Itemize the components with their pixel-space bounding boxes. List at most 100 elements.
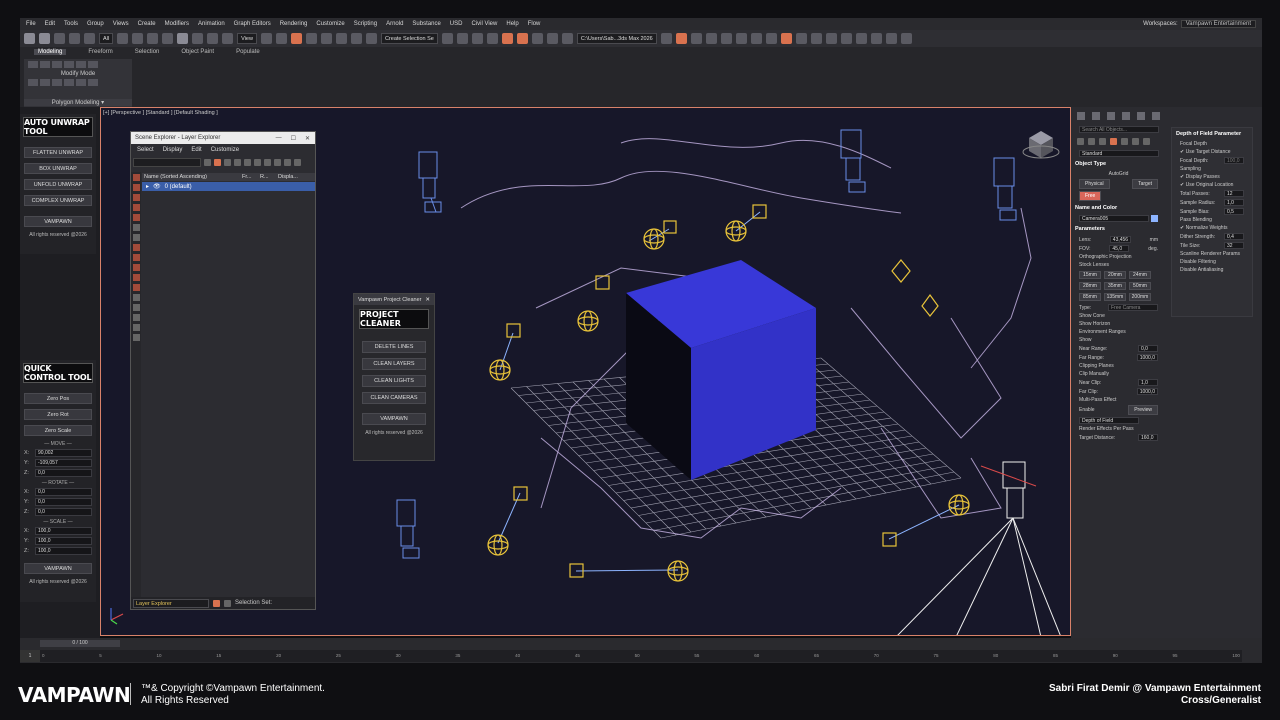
- object-type-header[interactable]: Object Type: [1071, 158, 1166, 170]
- helpers-icon[interactable]: [1121, 138, 1128, 145]
- filter-none-icon[interactable]: [132, 304, 140, 311]
- rotate-y-field[interactable]: 0,0: [35, 498, 92, 506]
- total-passes-field[interactable]: 12: [1224, 190, 1244, 197]
- lens-200mm-button[interactable]: 200mm: [1129, 293, 1151, 301]
- snap-toggle-icon[interactable]: [305, 33, 317, 44]
- modify-tool-icon[interactable]: [52, 61, 62, 68]
- scale-x-field[interactable]: 100,0: [35, 527, 92, 535]
- use-original-checkbox[interactable]: ✔ Use Original Location: [1180, 182, 1233, 188]
- complex-unwrap-button[interactable]: COMPLEX UNWRAP: [24, 195, 92, 206]
- effect-dropdown[interactable]: Depth of Field: [1079, 417, 1139, 424]
- shapes-icon[interactable]: [1088, 138, 1095, 145]
- filter-geometry-icon[interactable]: [132, 174, 140, 181]
- column-frozen[interactable]: Fr...: [242, 174, 260, 180]
- custom-script-icon[interactable]: [780, 33, 792, 44]
- time-slider[interactable]: 0 / 100: [40, 640, 120, 647]
- angle-snap-icon[interactable]: [320, 33, 332, 44]
- close-icon[interactable]: ✕: [425, 297, 430, 303]
- column-name[interactable]: Name (Sorted Ascending): [142, 174, 242, 180]
- filter-funnel-icon[interactable]: [132, 324, 140, 331]
- filter-shapes-icon[interactable]: [132, 184, 140, 191]
- menu-group[interactable]: Group: [87, 21, 104, 27]
- target-button[interactable]: Target: [1132, 179, 1158, 189]
- preview-button[interactable]: Preview: [1128, 405, 1158, 415]
- menu-arnold[interactable]: Arnold: [386, 21, 403, 27]
- modify-tool-icon[interactable]: [64, 61, 74, 68]
- geometry-icon[interactable]: [1077, 138, 1084, 145]
- move-y-field[interactable]: -109,057: [35, 459, 92, 467]
- light-lister-icon[interactable]: [795, 33, 807, 44]
- parameters-header[interactable]: Parameters: [1071, 223, 1166, 235]
- menu-scripting[interactable]: Scripting: [354, 21, 377, 27]
- placement-icon[interactable]: [222, 33, 234, 44]
- menu-create[interactable]: Create: [138, 21, 156, 27]
- menu-flow[interactable]: Flow: [528, 21, 541, 27]
- menu-help[interactable]: Help: [506, 21, 518, 27]
- rotate-icon[interactable]: [192, 33, 204, 44]
- use-target-checkbox[interactable]: ✔ Use Target Distance: [1180, 149, 1231, 155]
- filter-helpers-icon[interactable]: [132, 214, 140, 221]
- polygon-modeling-dropdown[interactable]: Polygon Modeling ▾: [24, 99, 132, 106]
- modify-tool-icon[interactable]: [28, 61, 38, 68]
- lens-24mm-button[interactable]: 24mm: [1129, 271, 1151, 279]
- explorer-type-dropdown[interactable]: Layer Explorer: [133, 598, 209, 608]
- align-icon[interactable]: [456, 33, 468, 44]
- layer-icon[interactable]: [244, 158, 251, 166]
- substance-icon[interactable]: [870, 33, 882, 44]
- near-range-field[interactable]: 0,0: [1138, 345, 1158, 352]
- modify-tool-icon[interactable]: [40, 61, 50, 68]
- menu-modifiers[interactable]: Modifiers: [165, 21, 189, 27]
- scene-search-input[interactable]: [133, 157, 201, 167]
- create-tab-icon[interactable]: [1077, 112, 1085, 120]
- physical-button[interactable]: Physical: [1079, 179, 1110, 189]
- rotate-x-field[interactable]: 0,0: [35, 488, 92, 496]
- toggle-ribbon-icon[interactable]: [501, 33, 513, 44]
- pivot-center-icon[interactable]: [260, 33, 272, 44]
- column-display[interactable]: Displa...: [278, 174, 298, 180]
- xref-icon[interactable]: [765, 33, 777, 44]
- curve-editor-icon[interactable]: [516, 33, 528, 44]
- layer-icon[interactable]: [274, 158, 281, 166]
- toggle-scene-explorer-icon[interactable]: [471, 33, 483, 44]
- undo-icon[interactable]: [24, 33, 35, 44]
- menu-views[interactable]: Views: [113, 21, 129, 27]
- render-activeshade-icon[interactable]: [705, 33, 717, 44]
- near-clip-field[interactable]: 1,0: [1138, 379, 1158, 386]
- sample-bias-field[interactable]: 0,5: [1224, 208, 1244, 215]
- filter-all-icon[interactable]: [132, 294, 140, 301]
- filter-warps-icon[interactable]: [132, 224, 140, 231]
- target-distance-field[interactable]: 160,0: [1138, 434, 1158, 441]
- eye-icon[interactable]: 👁: [153, 183, 161, 190]
- menu-civil-view[interactable]: Civil View: [471, 21, 497, 27]
- dither-field[interactable]: 0,4: [1224, 233, 1244, 240]
- select-object-icon[interactable]: [117, 33, 129, 44]
- vampawn-button[interactable]: VAMPAWN: [362, 413, 426, 425]
- menu-customize[interactable]: Customize: [316, 21, 344, 27]
- sample-radius-field[interactable]: 1,0: [1224, 199, 1244, 206]
- disable-antialiasing-checkbox[interactable]: Disable Antialiasing: [1180, 267, 1223, 273]
- modify-tool-icon[interactable]: [88, 79, 98, 86]
- modify-tool-icon[interactable]: [64, 79, 74, 86]
- normalize-checkbox[interactable]: ✔ Normalize Weights: [1180, 225, 1227, 231]
- unfold-unwrap-button[interactable]: UNFOLD UNWRAP: [24, 179, 92, 190]
- search-objects-input[interactable]: Search All Objects...: [1079, 126, 1159, 133]
- expand-icon[interactable]: ▸: [146, 183, 149, 190]
- workspace-value[interactable]: Vampawn Entertainment: [1180, 20, 1256, 28]
- modify-tool-icon[interactable]: [28, 79, 38, 86]
- lock-icon[interactable]: [224, 158, 231, 166]
- modify-tool-icon[interactable]: [76, 79, 86, 86]
- viewport-label[interactable]: [+] [Perspective ] [Standard ] [Default …: [103, 110, 218, 116]
- tile-size-field[interactable]: 32: [1224, 242, 1244, 249]
- edit-named-sets-icon[interactable]: [365, 33, 377, 44]
- link-icon[interactable]: [54, 33, 65, 44]
- filter-lights-icon[interactable]: [132, 194, 140, 201]
- render-online-icon[interactable]: [720, 33, 732, 44]
- menu-tools[interactable]: Tools: [64, 21, 78, 27]
- redo-icon[interactable]: [39, 33, 50, 44]
- se-menu-customize[interactable]: Customize: [211, 147, 239, 153]
- se-menu-edit[interactable]: Edit: [191, 147, 201, 153]
- orthographic-checkbox[interactable]: Orthographic Projection: [1079, 254, 1132, 260]
- far-clip-field[interactable]: 1000,0: [1136, 388, 1158, 395]
- container-icon[interactable]: [750, 33, 762, 44]
- render-iterative-icon[interactable]: [690, 33, 702, 44]
